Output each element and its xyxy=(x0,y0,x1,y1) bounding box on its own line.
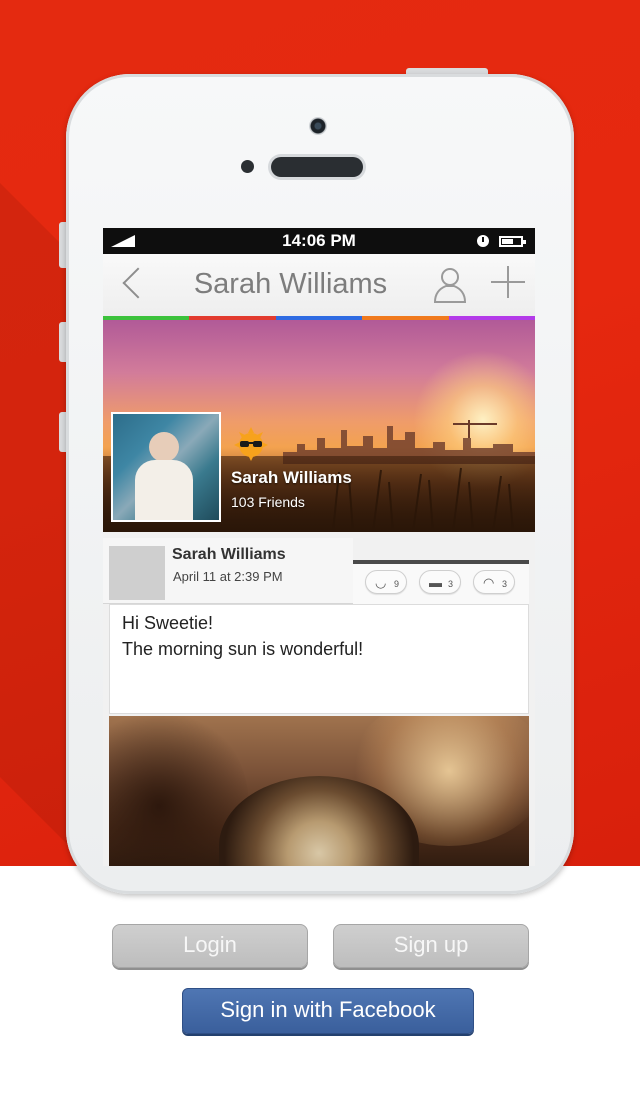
post-header: Sarah Williams April 11 at 2:39 PM xyxy=(103,538,353,604)
post-card: Sarah Williams April 11 at 2:39 PM ◡ 9 ▬… xyxy=(103,532,535,866)
smile-reaction-button[interactable]: ◡ 9 xyxy=(365,570,407,594)
sad-reaction-button[interactable]: ◠ 3 xyxy=(473,570,515,594)
comment-reaction-button[interactable]: ▬ 3 xyxy=(419,570,461,594)
phone-speaker xyxy=(271,157,363,177)
post-author[interactable]: Sarah Williams xyxy=(172,546,286,564)
profile-icon[interactable] xyxy=(433,266,467,304)
comment-icon: ▬ xyxy=(429,575,442,590)
signup-button[interactable]: Sign up xyxy=(333,924,529,968)
app-screen: 14:06 PM Sarah Williams Sarah Williams 1… xyxy=(103,228,535,866)
post-avatar[interactable] xyxy=(109,546,165,600)
reaction-bar: ◡ 9 ▬ 3 ◠ 3 xyxy=(353,560,529,604)
comment-count: 3 xyxy=(448,579,454,589)
profile-avatar[interactable] xyxy=(111,412,221,522)
post-text-line-1: Hi Sweetie! xyxy=(122,613,214,633)
action-area xyxy=(0,866,640,1096)
status-bar: 14:06 PM xyxy=(103,228,535,254)
sad-count: 3 xyxy=(502,579,508,589)
profile-friends[interactable]: 103 Friends xyxy=(231,494,305,510)
profile-name: Sarah Williams xyxy=(231,468,352,487)
back-chevron-icon[interactable] xyxy=(122,267,154,299)
avatar xyxy=(113,414,219,520)
battery-icon xyxy=(499,236,526,247)
add-icon[interactable] xyxy=(491,266,525,300)
facebook-signin-button[interactable]: Sign in with Facebook xyxy=(182,988,474,1034)
smile-icon: ◡ xyxy=(375,575,387,590)
phone-sensor xyxy=(241,160,254,173)
phone-camera xyxy=(309,117,327,135)
nav-title: Sarah Williams xyxy=(193,268,388,300)
post-photo[interactable] xyxy=(109,716,529,866)
sad-icon: ◠ xyxy=(483,575,495,590)
post-date: April 11 at 2:39 PM xyxy=(173,569,283,584)
status-time: 14:06 PM xyxy=(282,231,356,250)
post-body: Hi Sweetie! The morning sun is wonderful… xyxy=(109,604,529,714)
post-text-line-2: The morning sun is wonderful! xyxy=(122,639,364,659)
clock-icon xyxy=(477,235,489,247)
nav-bar: Sarah Williams xyxy=(103,254,535,316)
sunglasses-sun-icon xyxy=(234,427,268,461)
smile-count: 9 xyxy=(394,579,400,589)
login-button[interactable]: Login xyxy=(112,924,308,968)
